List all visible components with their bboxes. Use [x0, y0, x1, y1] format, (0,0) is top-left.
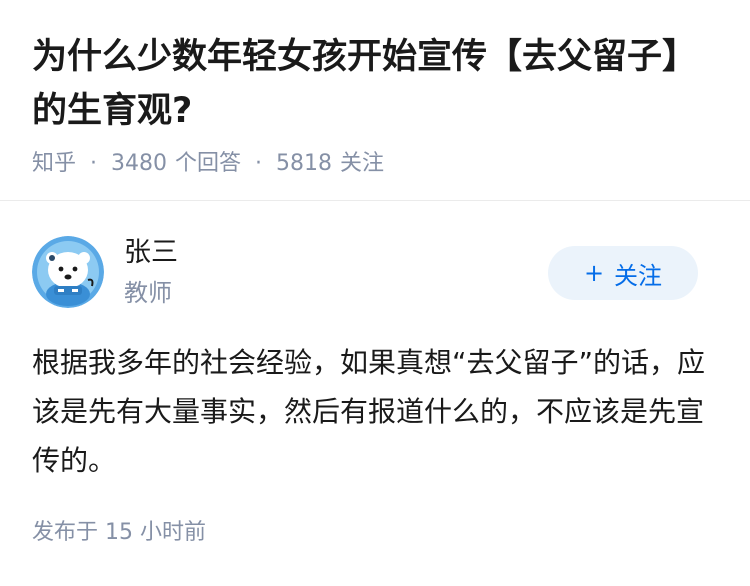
- avatar[interactable]: [32, 236, 104, 308]
- follow-button-label: 关注: [614, 261, 663, 290]
- question-header: 为什么少数年轻女孩开始宣传【去父留子】的生育观? 知乎 · 3480 个回答 ·…: [32, 30, 722, 180]
- polar-bear-icon: [32, 236, 104, 308]
- answer-content[interactable]: 根据我多年的社会经验，如果真想“去父留子”的话，应该是先有大量事实，然后有报道什…: [32, 338, 722, 485]
- author-title: 教师: [124, 279, 172, 307]
- follow-count-label: 关注: [340, 151, 385, 176]
- author-name[interactable]: 张三: [124, 234, 178, 272]
- answer-count: 3480: [111, 151, 168, 176]
- plus-icon: +: [583, 259, 605, 287]
- question-title[interactable]: 为什么少数年轻女孩开始宣传【去父留子】的生育观?: [32, 30, 722, 138]
- separator-dot: ·: [255, 151, 263, 176]
- separator-dot: ·: [90, 151, 98, 176]
- post-time: 发布于 15 小时前: [32, 520, 206, 545]
- question-meta: 知乎 · 3480 个回答 · 5818 关注: [32, 148, 722, 180]
- answer-author: 张三 教师 + 关注: [32, 234, 698, 308]
- follow-button[interactable]: + 关注: [548, 246, 698, 300]
- section-divider: [0, 200, 750, 201]
- answer-count-label: 个回答: [175, 151, 242, 176]
- follow-count: 5818: [276, 151, 333, 176]
- source-label[interactable]: 知乎: [32, 148, 76, 180]
